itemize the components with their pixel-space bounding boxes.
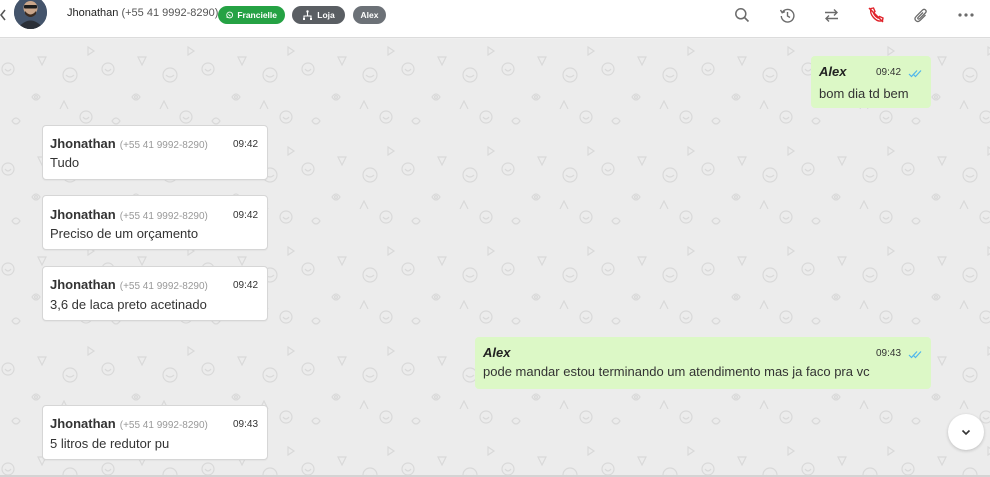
- message-incoming[interactable]: Jhonathan (+55 41 9992-8290) 09:42 3,6 de…: [42, 266, 268, 321]
- tag-label: Francielle: [237, 10, 277, 20]
- more-icon: [958, 13, 974, 17]
- scroll-to-bottom-button[interactable]: [948, 414, 984, 450]
- message-sender: Alex: [483, 345, 511, 360]
- store-icon: [303, 10, 313, 20]
- tag-label: Alex: [360, 10, 379, 20]
- message-sender: Alex: [819, 64, 847, 79]
- message-outgoing[interactable]: Alex 09:42 bom dia td bem: [811, 56, 931, 108]
- whatsapp-icon: [226, 11, 234, 19]
- sender-phone: (+55 41 9992-8290): [119, 420, 208, 431]
- tag-loja[interactable]: Loja: [292, 6, 345, 24]
- tag-label: Loja: [317, 10, 335, 20]
- message-time: 09:42: [233, 210, 259, 221]
- message-list[interactable]: Alex 09:42 bom dia td bem Jhonathan (+55 …: [0, 39, 990, 475]
- chat-header: Jhonathan (+55 41 9992-8290) Francielle …: [0, 0, 990, 38]
- avatar[interactable]: [14, 0, 47, 29]
- end-call-icon: [868, 7, 884, 23]
- search-icon: [735, 8, 750, 23]
- search-button[interactable]: [732, 5, 752, 25]
- message-text: 5 litros de redutor pu: [50, 436, 170, 451]
- history-button[interactable]: [777, 5, 797, 25]
- message-sender: Jhonathan (+55 41 9992-8290): [50, 416, 208, 431]
- message-text: Tudo: [50, 155, 80, 170]
- message-incoming[interactable]: Jhonathan (+55 41 9992-8290) 09:42 Tudo: [42, 125, 268, 180]
- contact-phone: (+55 41 9992-8290): [121, 7, 219, 19]
- message-outgoing[interactable]: Alex 09:43 pode mandar estou terminando …: [475, 337, 931, 389]
- message-time: 09:42: [233, 280, 259, 291]
- message-incoming[interactable]: Jhonathan (+55 41 9992-8290) 09:43 5 litr…: [42, 405, 268, 460]
- attach-button[interactable]: [911, 5, 931, 25]
- read-receipt-icon: [908, 70, 922, 78]
- message-sender: Jhonathan (+55 41 9992-8290): [50, 277, 208, 292]
- sender-phone: (+55 41 9992-8290): [119, 281, 208, 292]
- message-time: 09:42: [233, 139, 259, 150]
- attach-icon: [914, 8, 927, 22]
- history-icon: [779, 8, 795, 23]
- transfer-icon: [824, 8, 838, 22]
- message-sender: Jhonathan (+55 41 9992-8290): [50, 136, 208, 151]
- message-time: 09:43: [233, 419, 259, 430]
- back-chevron-icon[interactable]: [0, 8, 8, 22]
- message-sender: Jhonathan (+55 41 9992-8290): [50, 207, 208, 222]
- contact-name: Jhonathan: [67, 7, 119, 19]
- message-incoming[interactable]: Jhonathan (+55 41 9992-8290) 09:42 Precis…: [42, 195, 268, 250]
- message-text: pode mandar estou terminando um atendime…: [483, 364, 870, 379]
- message-text: Preciso de um orçamento: [50, 226, 199, 241]
- end-call-button[interactable]: [866, 5, 886, 25]
- message-time: 09:43: [876, 348, 902, 359]
- tag-alex[interactable]: Alex: [353, 6, 386, 24]
- more-options-button[interactable]: [956, 5, 976, 25]
- message-time: 09:42: [876, 67, 902, 78]
- tag-francielle[interactable]: Francielle: [218, 6, 285, 24]
- sender-phone: (+55 41 9992-8290): [119, 140, 208, 151]
- contact-title: Jhonathan (+55 41 9992-8290): [67, 7, 218, 19]
- transfer-button[interactable]: [821, 5, 841, 25]
- sender-phone: (+55 41 9992-8290): [119, 211, 208, 222]
- message-text: bom dia td bem: [819, 86, 909, 101]
- chevron-down-icon: [961, 429, 971, 435]
- message-text: 3,6 de laca preto acetinado: [50, 297, 207, 312]
- read-receipt-icon: [908, 351, 922, 359]
